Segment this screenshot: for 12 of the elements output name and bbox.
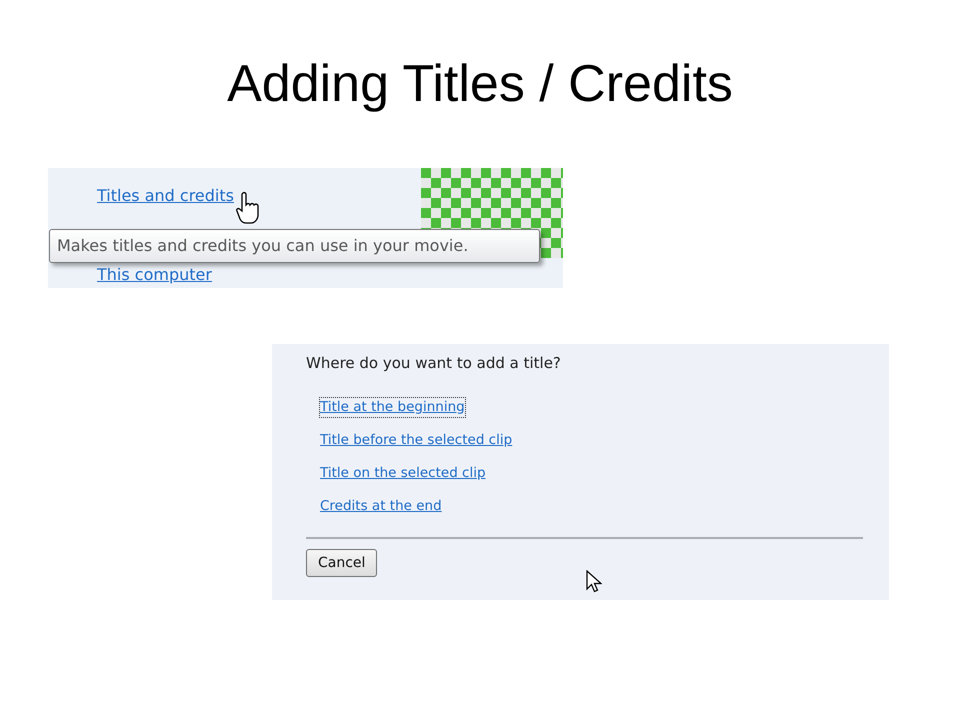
titles-link[interactable]: Titles and credits <box>97 187 234 205</box>
option-link[interactable]: Title at the beginning <box>319 397 466 418</box>
slide-title: Adding Titles / Credits <box>226 54 734 115</box>
cancel-button[interactable]: Cancel <box>306 548 378 577</box>
option-link[interactable]: Credits at the end <box>319 496 443 517</box>
computer-link[interactable]: This computer <box>97 267 212 283</box>
pointer-cursor-icon <box>586 570 602 594</box>
option-link[interactable]: Title before the selected clip <box>319 430 514 451</box>
tooltip: Makes titles and credits you can use in your movie. <box>49 229 540 263</box>
option-link[interactable]: Title on the selected clip <box>319 462 487 484</box>
hand-cursor-icon <box>234 191 261 225</box>
question-text: Where do you want to add a title? <box>306 354 562 372</box>
